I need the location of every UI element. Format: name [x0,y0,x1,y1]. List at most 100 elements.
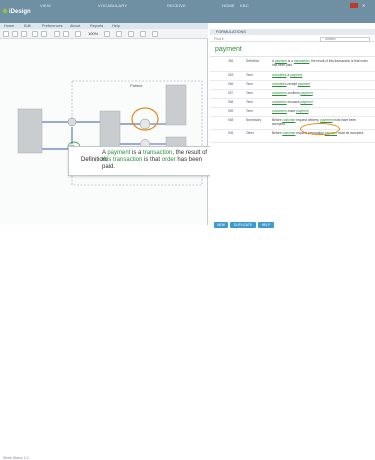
row-id: 568 [228,118,234,122]
term-link[interactable]: payment [300,100,312,104]
panel-title: FORMULATIONS [216,29,246,34]
term-link[interactable]: completes [272,73,287,77]
zoom-in-icon[interactable] [75,31,81,37]
new-icon[interactable] [3,31,9,37]
row-id: 557 [228,91,234,95]
term-link[interactable]: payment [296,109,308,113]
divider [210,56,375,57]
nav-vocabulary[interactable]: VOCABULARY [98,3,127,8]
search-input[interactable] [320,36,370,42]
row-formulation: customers chooses payment [272,100,370,104]
row-id: 556 [228,82,234,86]
nav-kbc[interactable]: KBC [240,3,249,8]
table-row[interactable]: 559 Term customers make payment [210,108,375,117]
redo-icon[interactable] [63,31,69,37]
flag-icon[interactable] [350,3,358,8]
task-box-top-right [165,84,187,126]
tt-word: , the result of [172,150,208,156]
term-link[interactable]: payment [298,82,310,86]
row-id: 356 [228,59,234,63]
menu-home[interactable]: Home [4,24,14,28]
find-label: Find it [214,37,224,41]
row-type: Term [246,100,254,104]
term-link[interactable]: customer [282,131,295,135]
row-id: 553 [228,73,234,77]
highlight-ring-panel [300,123,340,135]
table-row[interactable]: 557 Term customers confirms payment [210,90,375,99]
tooltip-definition-text: A payment is a transaction, the result o… [102,150,212,170]
row-id: 605 [228,131,234,135]
menu-reports[interactable]: Reports [90,24,103,28]
term-link[interactable]: payment [290,73,302,77]
fit-icon[interactable] [116,31,122,37]
table-row[interactable]: 556 Term completes receipt payment [210,81,375,90]
nav-home[interactable]: HOME [222,3,235,8]
term-title: payment [215,46,242,53]
undo-icon[interactable] [54,31,60,37]
duplicate-button[interactable]: DUPLICATE [230,222,256,228]
copy-icon[interactable] [41,31,47,37]
tt-term-transaction: transaction [143,150,173,156]
row-type: Necessary [246,118,262,122]
pool-label: Patient [130,83,143,88]
table-row[interactable]: 558 Term customers chooses payment [210,99,375,108]
term-link[interactable]: customers [272,100,287,104]
new-button[interactable]: NEW [214,222,228,228]
toolbar: 100% [0,29,208,39]
row-formulation: customers confirms payment [272,91,370,95]
nav-receive[interactable]: RECEIVE [167,3,186,8]
term-link[interactable]: transaction [294,59,310,63]
menu-about[interactable]: About [70,24,80,28]
row-text: Before [272,131,283,135]
term-link[interactable]: customers [272,109,287,113]
help-button[interactable]: HELP [258,222,274,228]
bpmn-diagram: Patient [17,80,203,186]
tt-word: is that [144,156,161,163]
panel-header: FORMULATIONS [210,29,375,35]
definition-tooltip: Definition: A payment is a transaction, … [68,146,214,176]
menu-edit[interactable]: Edit [24,24,31,28]
bottom-area: iSeek Status 1.0 [0,225,375,460]
align-icon[interactable] [140,31,146,37]
close-icon[interactable]: ✕ [362,3,366,8]
event-circle-3 [139,118,151,130]
grid-icon[interactable] [128,31,134,37]
export-icon[interactable] [152,31,158,37]
formulations-panel: FORMULATIONS Find it payment 356 Definiti… [210,29,375,219]
term-link[interactable]: payment [301,91,313,95]
table-row[interactable]: 356 Definition A payment is a transaction,… [210,58,375,72]
menu-preferences[interactable]: Preferences [42,24,62,28]
tt-term-transaction-2: transaction [113,156,143,163]
row-id: 558 [228,100,234,104]
row-type: Term [246,91,254,95]
open-icon[interactable] [12,31,18,37]
term-link[interactable]: customers [272,91,287,95]
tt-word: is a [132,150,142,156]
row-text: request delivery, [295,118,321,122]
task-box-middle [99,110,121,150]
nav-view[interactable]: VIEW [40,3,51,8]
row-formulation: customers make payment [272,109,370,113]
top-bar: iDesign VIEW VOCABULARY RECEIVE HOME KBC… [0,0,375,23]
row-type: Term [246,73,254,77]
row-type: Term [246,109,254,113]
row-type: Term [246,82,254,86]
tt-word: A [102,150,106,156]
row-text: receipt [286,82,298,86]
diagram-canvas[interactable]: Patient [0,39,208,225]
row-type: Other [246,131,254,135]
save-icon[interactable] [21,31,27,37]
row-formulation: completes receipt payment [272,82,370,86]
zoom-level[interactable]: 100% [88,31,98,36]
term-link[interactable]: completes [272,82,287,86]
row-text: make [286,109,297,113]
menu-help[interactable]: Help [112,24,120,28]
table-row[interactable]: 553 Term completes a payment [210,72,375,81]
table-row[interactable]: 568 Necessary Before customer request deli… [210,117,375,130]
row-formulation: A payment is a transaction, the result o… [272,59,370,67]
cut-icon[interactable] [32,31,38,37]
table-row[interactable]: 605 Other Before customer request preparat… [210,130,375,143]
zoom-out-icon[interactable] [104,31,110,37]
term-link[interactable]: payment [320,118,332,122]
tt-term-payment: payment [107,150,131,156]
